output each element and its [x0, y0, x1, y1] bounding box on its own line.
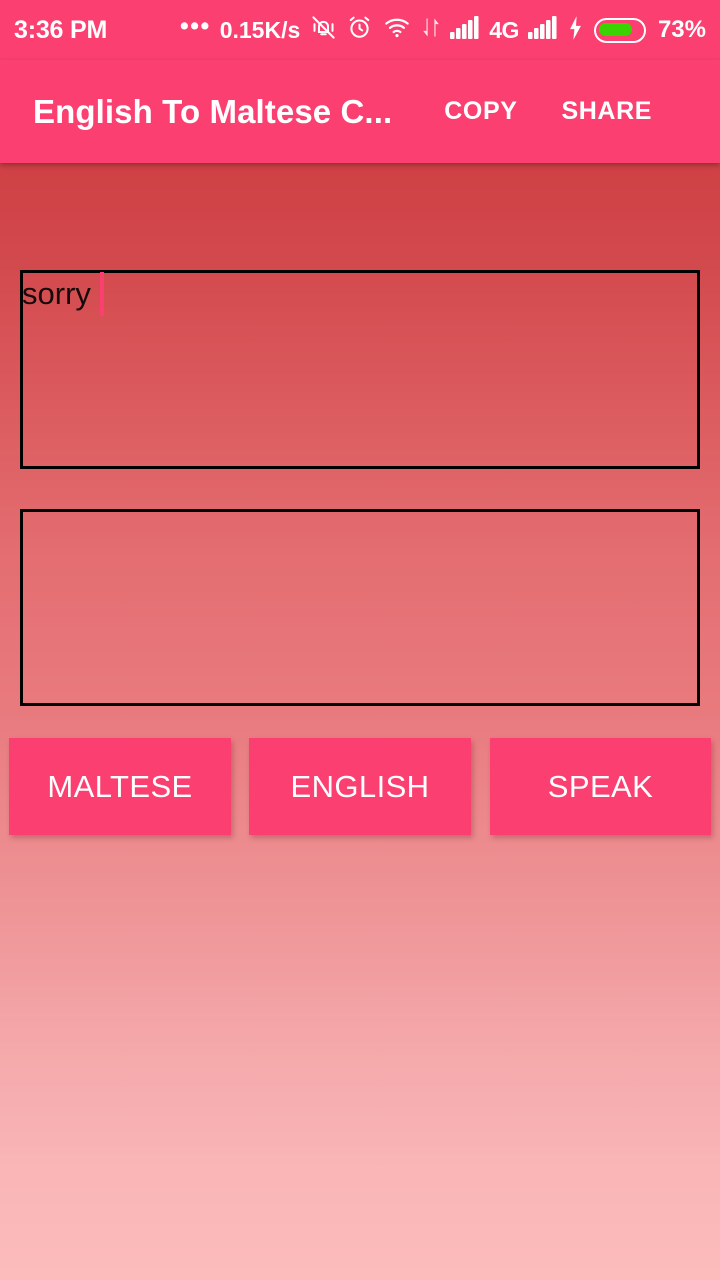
alarm-clock-icon [346, 14, 373, 46]
network-speed-label: 0.15K/s [219, 16, 301, 43]
speak-button[interactable]: SPEAK [490, 738, 711, 835]
network-type-label: 4G [489, 16, 519, 43]
text-caret [100, 272, 104, 316]
battery-percent-label: 73% [657, 16, 706, 43]
data-transfer-icon [421, 14, 441, 46]
status-icons-group: ••• 0.15K/s 4G 73% [179, 11, 706, 46]
overflow-dots-icon: ••• [179, 11, 211, 40]
app-screen: 3:36 PM ••• 0.15K/s 4G 73% English To Ma… [0, 0, 720, 1280]
copy-button[interactable]: COPY [444, 97, 517, 126]
translated-text-output[interactable] [20, 509, 700, 706]
battery-icon [593, 17, 646, 43]
translate-to-english-button[interactable]: ENGLISH [249, 738, 471, 835]
status-time: 3:36 PM [14, 15, 108, 44]
status-bar: 3:36 PM ••• 0.15K/s 4G 73% [0, 0, 720, 60]
battery-fill [598, 22, 632, 36]
charging-bolt-icon [567, 15, 584, 46]
signal-bars-icon [450, 15, 480, 45]
wifi-icon [382, 14, 412, 46]
page-title: English To Maltese C... [33, 92, 393, 130]
share-button[interactable]: SHARE [562, 97, 653, 126]
translate-to-maltese-button[interactable]: MALTESE [9, 738, 231, 835]
source-text-input[interactable] [20, 270, 700, 469]
signal-bars-2-icon [527, 15, 558, 45]
source-text-value: sorry [22, 276, 91, 311]
app-bar: English To Maltese C... COPY SHARE [0, 60, 720, 163]
vibrate-off-icon [310, 14, 337, 46]
